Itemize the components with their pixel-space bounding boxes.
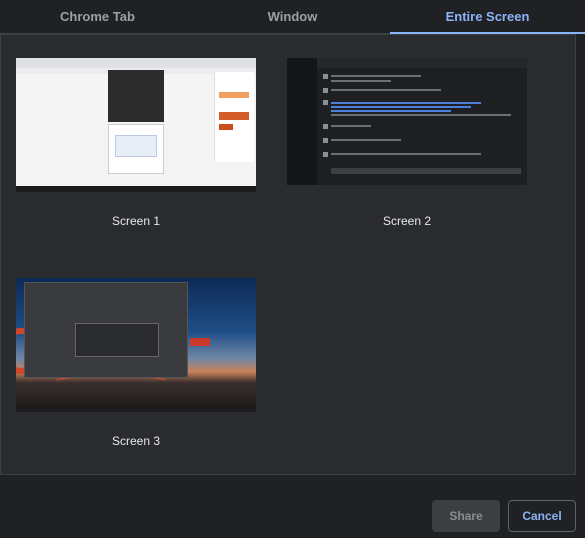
screen-grid: Screen 1 Screen 2 Screen 3 (0, 34, 576, 475)
screen-option-1[interactable]: Screen 1 (16, 58, 256, 228)
tab-window[interactable]: Window (195, 0, 390, 33)
cancel-button[interactable]: Cancel (508, 500, 576, 532)
tab-entire-screen[interactable]: Entire Screen (390, 0, 585, 34)
source-tabs: Chrome Tab Window Entire Screen (0, 0, 585, 34)
screen-3-label: Screen 3 (111, 434, 161, 448)
screen-2-label: Screen 2 (382, 214, 432, 228)
screen-option-3[interactable]: Screen 3 (16, 278, 256, 448)
screen-2-thumbnail (287, 58, 527, 192)
screen-3-thumbnail (16, 278, 256, 412)
tab-chrome-tab[interactable]: Chrome Tab (0, 0, 195, 33)
share-button[interactable]: Share (432, 500, 500, 532)
screen-1-thumbnail (16, 58, 256, 192)
screen-1-label: Screen 1 (111, 214, 161, 228)
screen-option-2[interactable]: Screen 2 (287, 58, 527, 228)
